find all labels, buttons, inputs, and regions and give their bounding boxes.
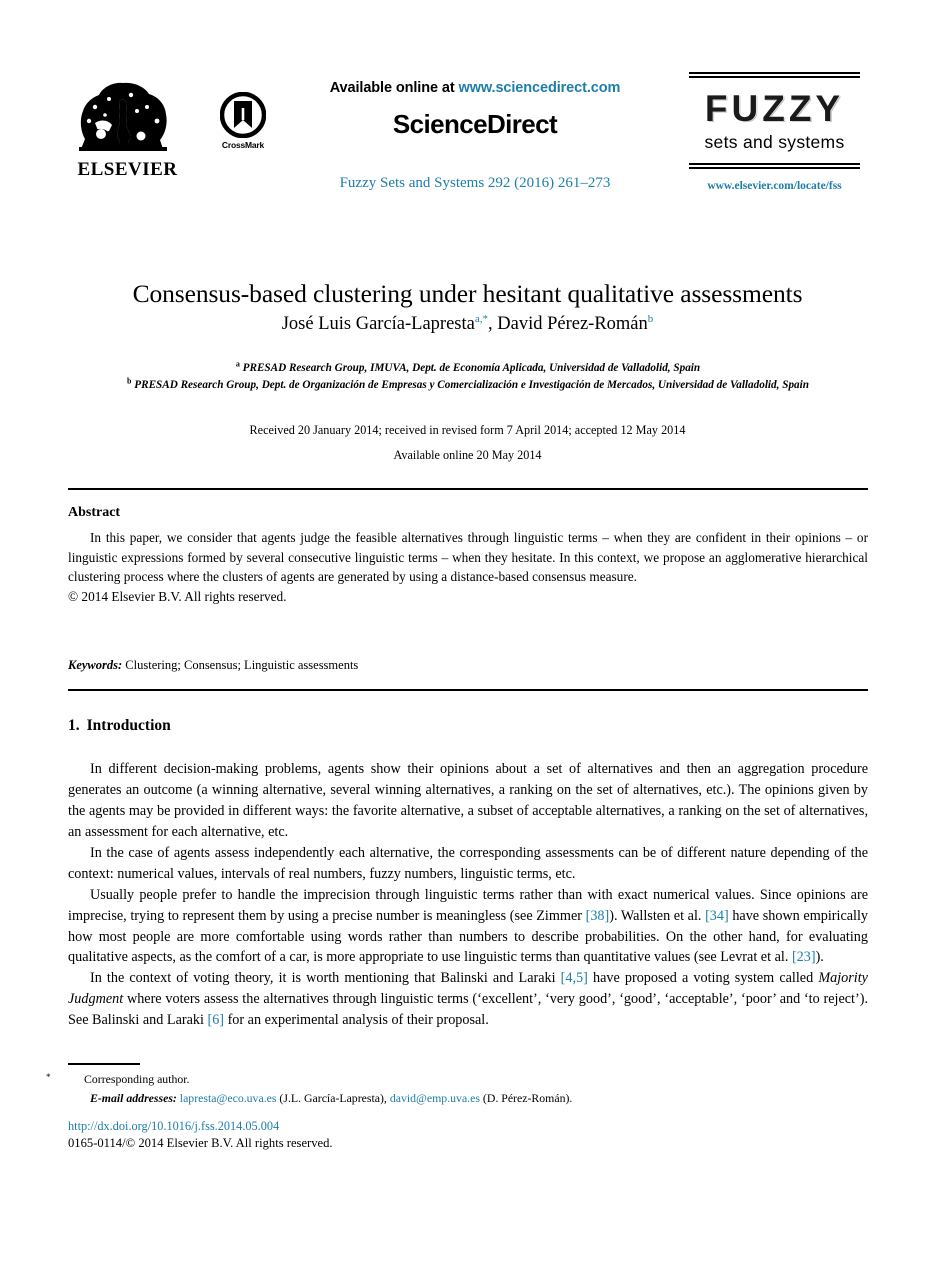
p4-text-4: for an experimental analysis of their pr…	[224, 1012, 489, 1029]
p4-text-2: have proposed a voting system called	[587, 970, 819, 987]
affiliation-b: b PRESAD Research Group, Dept. de Organi…	[88, 375, 848, 394]
abstract-paragraph: In this paper, we consider that agents j…	[68, 530, 868, 585]
crossmark-label: CrossMark	[221, 140, 265, 150]
sciencedirect-wordmark: ScienceDirect	[392, 109, 558, 139]
journal-logo-top-rule	[689, 72, 860, 78]
corresponding-author-mark: *	[46, 1072, 51, 1082]
footnote-block: * Corresponding author. E-mail addresses:…	[46, 1070, 868, 1108]
author-marks-2: b	[647, 312, 654, 325]
received-dates-line: Received 20 January 2014; received in re…	[249, 423, 686, 437]
email-link-1[interactable]: lapresta@eco.uva.es	[180, 1091, 277, 1105]
intro-paragraph-1: In different decision-making problems, a…	[68, 761, 868, 840]
affiliation-mark-a: a	[235, 359, 240, 369]
citation-4-5[interactable]: [4,5]	[561, 970, 588, 986]
intro-paragraph-4: In the context of voting theory, it is w…	[68, 968, 868, 1031]
section-number: 1.	[68, 717, 80, 734]
intro-paragraph-3: Usually people prefer to handle the impr…	[68, 885, 868, 969]
elsevier-tree-icon	[79, 82, 167, 151]
author-separator: ,	[488, 314, 498, 334]
citation-23[interactable]: [23]	[792, 949, 816, 965]
abstract-heading: Abstract	[68, 505, 121, 520]
citation-6[interactable]: [6]	[207, 1012, 224, 1028]
crossmark-icon	[220, 92, 266, 138]
citation-38[interactable]: [38]	[586, 908, 610, 924]
email-label: E-mail addresses:	[90, 1091, 177, 1106]
section-heading-introduction: 1. Introduction	[68, 717, 171, 735]
author-list: José Luis García-Laprestaa,*, David Pére…	[60, 312, 875, 336]
doi-link[interactable]: http://dx.doi.org/10.1016/j.fss.2014.05.…	[68, 1119, 279, 1134]
available-online-line: Available online at www.sciencedirect.co…	[280, 80, 670, 96]
affiliation-mark-b: b	[127, 375, 132, 385]
crossmark-badge[interactable]: CrossMark	[212, 92, 274, 150]
journal-logo-subtitle: sets and systems	[704, 131, 845, 152]
sciencedirect-url-link[interactable]: www.sciencedirect.com	[459, 80, 621, 96]
section-title: Introduction	[86, 717, 171, 734]
affiliation-list: a PRESAD Research Group, IMUVA, Dept. de…	[88, 360, 848, 393]
affiliation-text-a: PRESAD Research Group, IMUVA, Dept. de E…	[242, 362, 701, 374]
p3-text-4: ).	[815, 949, 824, 966]
issn-copyright-line: 0165-0114/© 2014 Elsevier B.V. All right…	[68, 1136, 333, 1150]
introduction-body: In different decision-making problems, a…	[68, 759, 868, 1031]
author-name-1: José Luis García-Lapresta	[281, 314, 475, 334]
abstract-bottom-rule	[68, 689, 868, 691]
publication-dates: Received 20 January 2014; received in re…	[60, 418, 875, 468]
p4-text-1: In the context of voting theory, it is w…	[90, 970, 561, 987]
author-name-2: David Pérez-Román	[497, 314, 648, 334]
email-owner-1: (J.L. García-Lapresta),	[276, 1091, 390, 1106]
citation-34[interactable]: [34]	[705, 908, 729, 924]
abstract-body: In this paper, we consider that agents j…	[68, 528, 868, 606]
journal-masthead: ELSEVIER CrossMark Available online at w…	[75, 72, 860, 217]
affiliation-text-b: PRESAD Research Group, Dept. de Organiza…	[134, 378, 809, 391]
elsevier-logo: ELSEVIER	[75, 77, 180, 179]
journal-logo-bottom-rule	[689, 162, 860, 169]
keywords-line: Keywords: Clustering; Consensus; Linguis…	[68, 658, 868, 673]
footnote-separator-rule	[68, 1063, 140, 1065]
article-title: Consensus-based clustering under hesitan…	[132, 279, 803, 309]
keywords-value: Clustering; Consensus; Linguistic assess…	[125, 658, 359, 672]
email-addresses-line: E-mail addresses: lapresta@eco.uva.es (J…	[68, 1089, 868, 1108]
journal-logo-title: FUZZY	[704, 88, 845, 129]
article-page: ELSEVIER CrossMark Available online at w…	[0, 0, 935, 1266]
p3-text-2: ). Wallsten et al.	[609, 907, 706, 924]
available-online-prefix: Available online at	[329, 80, 459, 96]
journal-logo-block: FUZZY sets and systems www.elsevier.com/…	[689, 72, 860, 192]
intro-paragraph-2: In the case of agents assess independent…	[68, 844, 868, 882]
corresponding-author-note: * Corresponding author.	[46, 1070, 868, 1089]
email-owner-2: (D. Pérez-Román).	[479, 1091, 573, 1106]
email-link-2[interactable]: david@emp.uva.es	[390, 1091, 480, 1105]
affiliation-a: a PRESAD Research Group, IMUVA, Dept. de…	[88, 360, 848, 377]
author-marks-1: a,*	[474, 312, 488, 325]
corresponding-author-text: Corresponding author.	[84, 1072, 190, 1086]
journal-homepage-link[interactable]: www.elsevier.com/locate/fss	[689, 180, 860, 192]
sciencedirect-block: Available online at www.sciencedirect.co…	[280, 80, 670, 192]
available-online-date: Available online 20 May 2014	[393, 448, 542, 463]
journal-citation-line: Fuzzy Sets and Systems 292 (2016) 261–27…	[339, 175, 611, 191]
abstract-top-rule	[68, 488, 868, 490]
elsevier-wordmark: ELSEVIER	[77, 159, 178, 180]
keywords-label: Keywords:	[68, 658, 123, 672]
abstract-copyright: © 2014 Elsevier B.V. All rights reserved…	[68, 588, 287, 604]
